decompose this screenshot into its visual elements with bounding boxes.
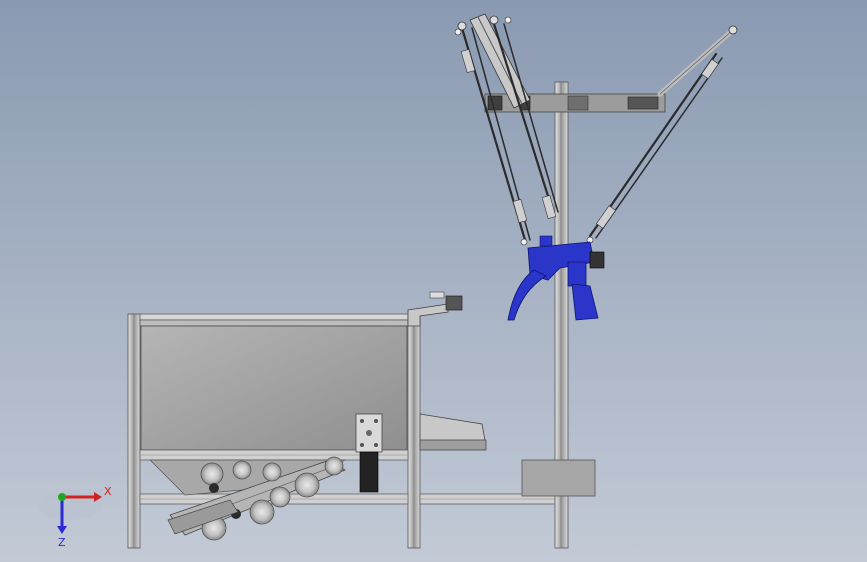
delta-arms (454, 13, 738, 246)
discharge-chute (419, 413, 487, 451)
sensor-bracket (407, 291, 463, 327)
cad-viewport[interactable]: X Y Z (0, 0, 867, 562)
triad-y-axis (58, 493, 66, 501)
frame-rail-top (139, 313, 409, 321)
triad-z-label: Z (58, 536, 66, 549)
orientation-triad[interactable]: X Y Z (38, 479, 112, 549)
tower-base-block (521, 459, 596, 497)
drive-motor (355, 413, 383, 493)
cad-model-drawing: X Y Z (38, 13, 738, 549)
triad-x-label: X (104, 485, 112, 498)
